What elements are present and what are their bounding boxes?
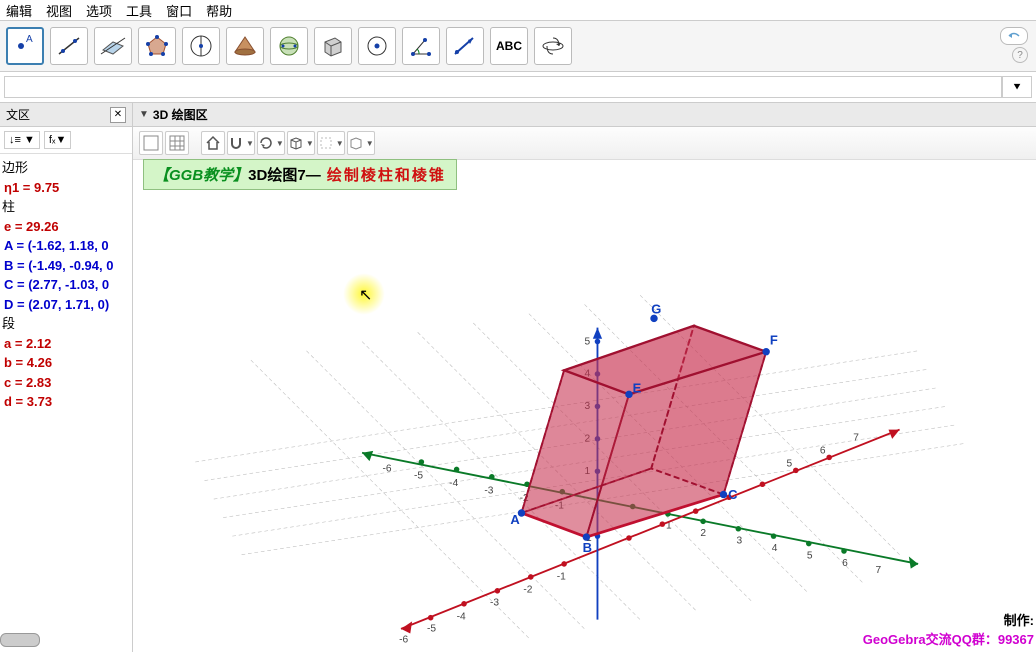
main-toolbar: A ABC ? [0,20,1036,72]
view3d-canvas[interactable]: 1234567 -1-2-3-4-5-6 567 -1-2-3-4-5-6 [133,133,1036,652]
menu-tools[interactable]: 工具 [126,1,152,20]
svg-text:A: A [26,34,33,45]
algebra-panel: 文区 ✕ ↓≡ ▼ fₓ ▼ 边形 η1 = 9.75 柱 e = 29.26 … [0,103,133,652]
help-icon[interactable]: ? [1012,47,1028,63]
scrollbar-thumb[interactable] [0,633,40,647]
view3d-panel: ▼ 3D 绘图区 [133,103,1036,652]
item-seg-c[interactable]: c = 2.83 [2,373,130,393]
svg-text:C: C [728,487,738,502]
category-polygon[interactable]: 边形 [2,158,130,178]
svg-text:-5: -5 [427,624,436,635]
item-point-d[interactable]: D = (2.07, 1.71, 0) [2,295,130,315]
svg-text:-6: -6 [399,635,408,646]
view3d-title: 3D 绘图区 [153,106,208,123]
tool-line[interactable] [50,27,88,65]
item-poly1[interactable]: η1 = 9.75 [2,178,130,198]
tool-pointcircle[interactable] [358,27,396,65]
algebra-panel-header[interactable]: 文区 ✕ [0,103,132,127]
svg-text:-5: -5 [414,471,423,482]
input-dropdown[interactable]: ⯆ [1002,76,1032,98]
svg-text:A: A [510,512,520,527]
item-seg-a[interactable]: a = 2.12 [2,334,130,354]
svg-text:-2: -2 [523,585,532,596]
svg-text:5: 5 [807,550,813,561]
tool-point[interactable]: A [6,27,44,65]
input-field[interactable] [4,76,1002,98]
close-icon[interactable]: ✕ [110,107,126,123]
category-segment[interactable]: 段 [2,314,130,334]
svg-text:-4: -4 [449,478,458,489]
svg-text:F: F [770,332,778,347]
item-point-a[interactable]: A = (-1.62, 1.18, 0 [2,236,130,256]
tool-rotate3d[interactable] [534,27,572,65]
item-seg-b[interactable]: b = 4.26 [2,353,130,373]
svg-text:6: 6 [820,446,826,457]
sort-dropdown[interactable]: ↓≡ ▼ [4,131,40,149]
svg-text:E: E [633,381,642,396]
item-prism[interactable]: e = 29.26 [2,217,130,237]
tool-vector[interactable] [446,27,484,65]
svg-text:5: 5 [787,459,793,470]
tool-polygon[interactable] [138,27,176,65]
svg-text:5: 5 [585,336,591,347]
fx-dropdown[interactable]: fₓ ▼ [44,131,72,149]
tool-text[interactable]: ABC [490,27,528,65]
item-point-b[interactable]: B = (-1.49, -0.94, 0 [2,256,130,276]
svg-text:-3: -3 [490,598,499,609]
menu-help[interactable]: 帮助 [206,1,232,20]
footer-credits: 制作: GeoGebra交流QQ群：99367 [863,610,1034,648]
svg-text:6: 6 [842,558,848,569]
svg-text:7: 7 [853,433,859,444]
svg-text:-6: -6 [382,463,391,474]
input-bar: ⯆ [0,72,1036,103]
menu-edit[interactable]: 编辑 [6,1,32,20]
tool-plane[interactable] [94,27,132,65]
menu-bar: 编辑 视图 选项 工具 窗口 帮助 [0,0,1036,20]
tool-cone[interactable] [226,27,264,65]
item-seg-d[interactable]: d = 3.73 [2,392,130,412]
category-prism[interactable]: 柱 [2,197,130,217]
svg-text:-4: -4 [457,612,466,623]
svg-text:-1: -1 [557,572,566,583]
tool-prism[interactable] [314,27,352,65]
prism-object: A B C E F G [510,302,777,555]
svg-text:G: G [651,302,661,317]
undo-button[interactable] [1000,27,1028,45]
title-banner: 【GGB教学】3D绘图7— 绘制棱柱和棱锥 [143,159,457,190]
algebra-toolbar: ↓≡ ▼ fₓ ▼ [0,127,132,154]
svg-text:-3: -3 [484,486,493,497]
tool-angle[interactable] [402,27,440,65]
item-point-c[interactable]: C = (2.77, -1.03, 0 [2,275,130,295]
algebra-list: 边形 η1 = 9.75 柱 e = 29.26 A = (-1.62, 1.1… [0,154,132,652]
tool-circle3d[interactable] [182,27,220,65]
menu-options[interactable]: 选项 [86,1,112,20]
menu-window[interactable]: 窗口 [166,1,192,20]
svg-text:B: B [583,540,592,555]
svg-text:4: 4 [772,543,778,554]
algebra-title: 文区 [6,106,30,123]
svg-text:3: 3 [736,536,742,547]
view3d-header[interactable]: ▼ 3D 绘图区 [133,103,1036,127]
svg-text:7: 7 [876,565,882,576]
menu-view[interactable]: 视图 [46,1,72,20]
collapse-icon[interactable]: ▼ [139,109,149,120]
tool-sphere[interactable] [270,27,308,65]
svg-text:2: 2 [700,528,706,539]
